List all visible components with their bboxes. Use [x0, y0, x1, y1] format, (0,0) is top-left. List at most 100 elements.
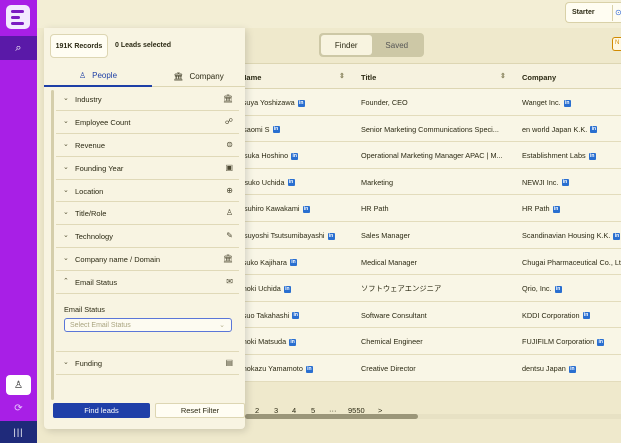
panel-scrollbar[interactable]	[51, 90, 54, 400]
linkedin-icon[interactable]: in	[302, 205, 310, 213]
filter-item[interactable]: ⌄ Company name / Domain 🏛	[56, 248, 239, 272]
building-icon: 🏛	[173, 71, 184, 81]
filter-tabs: ♙ People 🏛 Company	[44, 65, 245, 87]
filter-item[interactable]: ⌄ Funding ▤	[56, 352, 239, 375]
filter-item[interactable]: ⌄ Industry 🏛	[56, 88, 239, 111]
company-text: NEWJI Inc.	[522, 177, 559, 187]
email-status-select[interactable]: Select Email Status ⌄	[64, 318, 232, 333]
filter-label: Email Status	[75, 278, 118, 288]
filter-item[interactable]: ⌃ Email Status ✉	[56, 271, 239, 295]
linkedin-icon[interactable]: in	[582, 312, 590, 320]
table-row[interactable]: Katsuka Hoshino in Operational Marketing M…	[233, 142, 621, 169]
company-text: KDDI Corporation	[522, 310, 580, 320]
column-title[interactable]: Title	[361, 73, 376, 82]
linkedin-icon[interactable]: in	[305, 365, 313, 373]
chevron-down-icon: ⌄	[63, 95, 69, 102]
table-row[interactable]: Tetsuo Takahashi in Software Consultant KDD…	[233, 301, 621, 329]
linkedin-icon[interactable]: in	[272, 126, 280, 134]
linkedin-icon[interactable]: in	[597, 338, 605, 346]
cell-name[interactable]: Katsuyoshi Tsutsumibayashi in	[233, 231, 353, 240]
cell-name[interactable]: Masaomi Sin	[233, 125, 353, 134]
linkedin-icon[interactable]: in	[588, 152, 596, 160]
table-row[interactable]: Tomokazu Yamamoto in Creative Director dent…	[233, 354, 621, 382]
table-row[interactable]: Tomoki Uchida in ソフトウェアエンジニア Qrio, Inc. in	[233, 275, 621, 302]
cell-name[interactable]: Katsuhiro Kawakami in	[233, 204, 353, 213]
page-link[interactable]: ···	[329, 406, 337, 415]
chevron-down-icon: ⌄	[63, 232, 69, 240]
filter-item[interactable]: ⌄ Title/Role ♙	[56, 202, 239, 226]
linkedin-icon[interactable]: in	[297, 99, 305, 107]
table-row[interactable]: Mitsuko Kajihara in Medical Manager Chugai …	[233, 248, 621, 276]
cell-title: Medical Manager	[361, 257, 417, 267]
linkedin-icon[interactable]: in	[289, 338, 297, 346]
table-row[interactable]: Tomoki Matsuda in Chemical Engineer FUJIFIL…	[233, 328, 621, 355]
linkedin-icon[interactable]: in	[287, 179, 295, 187]
cell-name[interactable]: Natsuko Uchida in	[233, 178, 353, 187]
linkedin-icon[interactable]: in	[590, 126, 598, 134]
cell-title: Creative Director	[361, 363, 416, 373]
sort-icon[interactable]: ⇕	[339, 72, 345, 80]
linkedin-icon[interactable]: in	[291, 152, 299, 160]
sort-icon[interactable]: ⇕	[500, 72, 506, 80]
plan-badge[interactable]: Starter ⊙	[565, 2, 621, 23]
reset-filter-button[interactable]: Reset Filter	[155, 403, 245, 418]
page-link[interactable]: 2	[255, 406, 259, 415]
linkedin-icon[interactable]: in	[568, 365, 576, 373]
filter-icon: ♙	[225, 208, 233, 218]
cell-name[interactable]: Tomoki Matsuda in	[233, 337, 353, 346]
saved-tab[interactable]: Saved	[372, 35, 423, 55]
cell-name[interactable]: Tomokazu Yamamoto in	[233, 364, 353, 373]
tab-people[interactable]: ♙ People	[44, 65, 152, 87]
page-link[interactable]: 9550	[348, 406, 365, 415]
company-text: dentsu Japan	[522, 363, 566, 373]
tab-company[interactable]: 🏛 Company	[152, 65, 245, 87]
page-link[interactable]: 3	[274, 406, 278, 415]
cell-title: Chemical Engineer	[361, 337, 423, 347]
cell-name[interactable]: Tomoki Uchida in	[233, 284, 353, 293]
cell-title: ソフトウェアエンジニア	[361, 284, 442, 294]
cell-company: Establishment Labs in	[522, 151, 621, 160]
linkedin-icon[interactable]: in	[561, 179, 569, 187]
user-icon[interactable]: ♙	[6, 375, 31, 395]
cell-name[interactable]: Katsuka Hoshino in	[233, 151, 353, 160]
table-row[interactable]: Tatsuya Yoshizawa in Founder, CEO Wanget In…	[233, 89, 621, 116]
finder-tab[interactable]: Finder	[321, 35, 372, 55]
linkedin-icon[interactable]: in	[554, 285, 562, 293]
divider	[612, 5, 613, 21]
page-link[interactable]: 5	[311, 406, 315, 415]
find-leads-button[interactable]: Find leads	[53, 403, 150, 418]
filter-label: Founding Year	[75, 163, 124, 173]
menu-icon[interactable]: |||	[0, 421, 37, 443]
linkedin-icon[interactable]: in	[563, 99, 571, 107]
cell-name[interactable]: Mitsuko Kajihara in	[233, 258, 353, 267]
page-link[interactable]: 4	[292, 406, 296, 415]
table-row[interactable]: Katsuyoshi Tsutsumibayashi in Sales Manage…	[233, 221, 621, 249]
table-row[interactable]: Natsuko Uchida in Marketing NEWJI Inc. in	[233, 168, 621, 196]
filter-icon: 🏛	[222, 94, 233, 103]
filter-item[interactable]: ⌄ Employee Count ☍	[56, 110, 239, 134]
linkedin-icon[interactable]: in	[327, 232, 335, 240]
filter-item[interactable]: ⌄ Revenue ⊜	[56, 133, 239, 157]
linkedin-icon[interactable]: in	[613, 232, 621, 240]
column-company[interactable]: Company	[522, 73, 556, 82]
results-area: Finder Saved N Name ⇕ Title ⇕ Company Ta…	[233, 28, 621, 443]
table-row[interactable]: Katsuhiro Kawakami in HR Path HR Path in	[233, 195, 621, 222]
logout-icon[interactable]: ⟳	[6, 400, 31, 416]
table-row[interactable]: Masaomi Sin Senior Marketing Communicatio…	[233, 115, 621, 143]
linkedin-icon[interactable]: in	[283, 285, 291, 293]
linkedin-icon[interactable]: in	[552, 205, 560, 213]
filter-item[interactable]: ⌄ Location ⊕	[56, 179, 239, 203]
filter-label: Employee Count	[75, 117, 131, 127]
cell-name[interactable]: Tetsuo Takahashi in	[233, 311, 353, 320]
cell-name[interactable]: Tatsuya Yoshizawa in	[233, 98, 353, 107]
page-link[interactable]: >	[378, 406, 382, 415]
plan-icon[interactable]: ⊙	[615, 8, 621, 17]
search-icon[interactable]: ⌕	[0, 36, 37, 60]
linkedin-icon[interactable]: in	[292, 312, 300, 320]
filter-item[interactable]: ⌄ Technology ✎	[56, 225, 239, 249]
filter-icon: ⊕	[226, 185, 233, 195]
linkedin-icon[interactable]: in	[289, 259, 297, 267]
corner-button[interactable]: N	[612, 37, 621, 51]
app-logo[interactable]	[6, 5, 30, 29]
filter-item[interactable]: ⌄ Founding Year ▣	[56, 156, 239, 180]
